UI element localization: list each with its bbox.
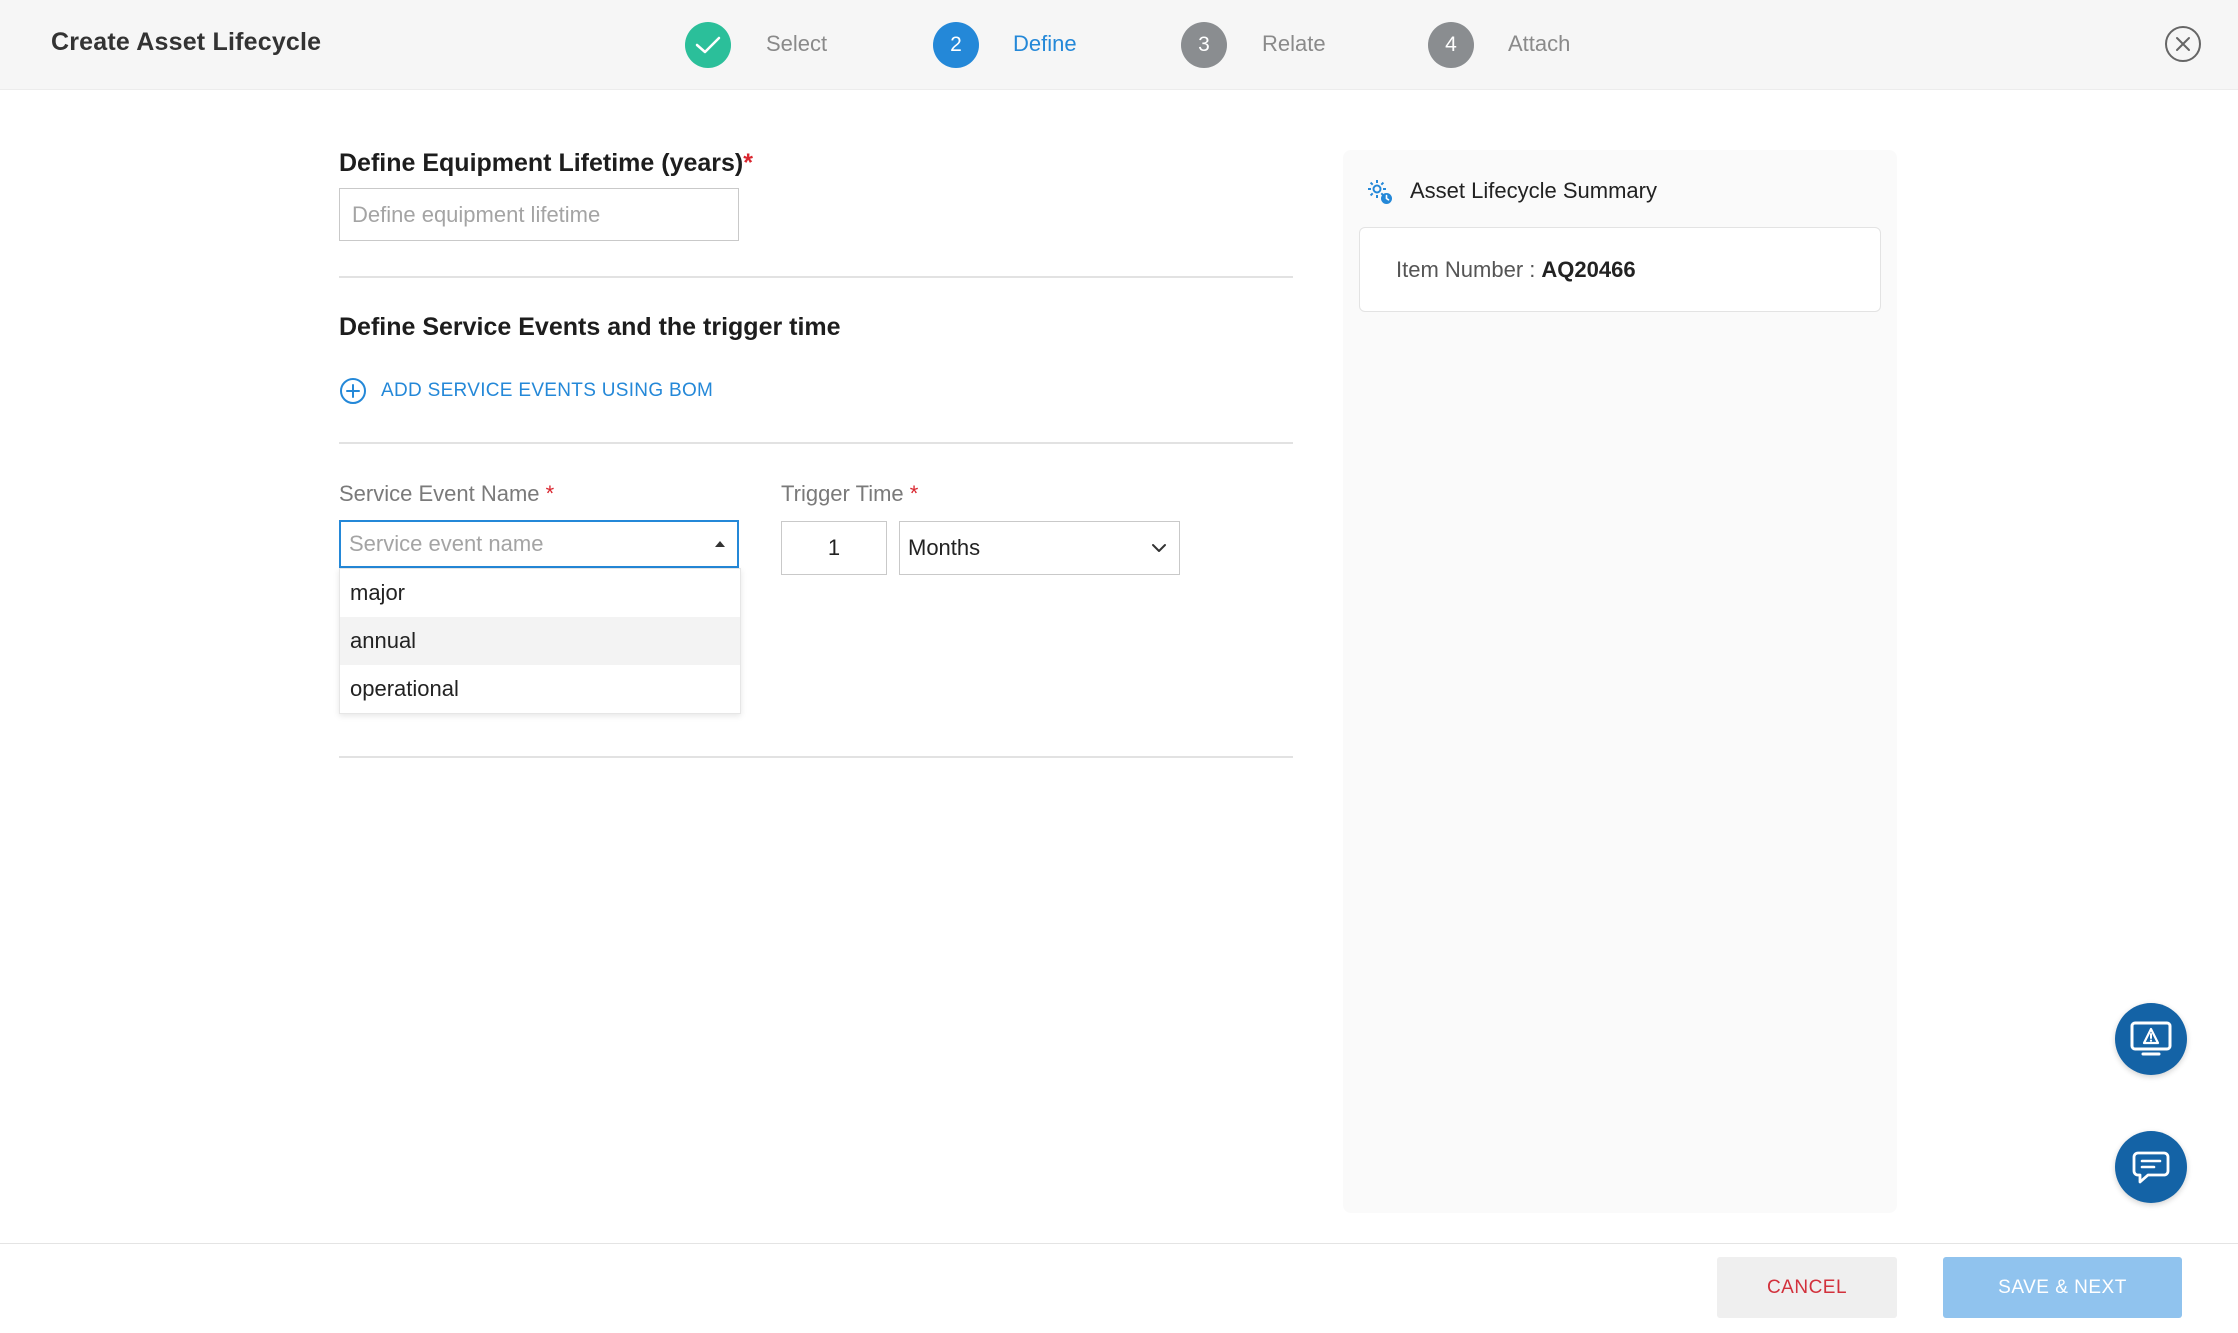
divider: [339, 442, 1293, 444]
lifetime-title-text: Define Equipment Lifetime (years): [339, 149, 744, 177]
monitor-warning-icon: [2130, 1021, 2172, 1056]
add-service-events-label: ADD SERVICE EVENTS USING BOM: [381, 380, 714, 401]
dropdown-option-annual[interactable]: annual: [340, 617, 740, 665]
item-number-value: AQ20466: [1541, 256, 1636, 282]
settings-gear-icon: [1368, 180, 1392, 204]
service-event-name-text: Service Event Name: [339, 481, 540, 506]
service-event-name-label: Service Event Name *: [339, 481, 554, 507]
check-icon: [695, 36, 721, 54]
dropdown-option-major[interactable]: major: [340, 569, 740, 617]
close-button[interactable]: [2165, 26, 2201, 62]
required-mark: *: [545, 481, 555, 506]
trigger-time-unit-select[interactable]: Months: [899, 521, 1180, 575]
step-relate-label[interactable]: Relate: [1262, 31, 1326, 57]
dropdown-option-operational[interactable]: operational: [340, 665, 740, 713]
service-event-name-select[interactable]: Service event name: [339, 520, 739, 568]
service-events-title: Define Service Events and the trigger ti…: [339, 313, 841, 341]
caret-up-icon: [715, 541, 725, 547]
item-number-label: Item Number :: [1396, 256, 1536, 282]
header-bar: Create Asset Lifecycle Select 2 Define 3…: [0, 0, 2238, 90]
save-and-next-button[interactable]: SAVE & NEXT: [1943, 1257, 2182, 1318]
divider: [339, 756, 1293, 758]
add-circle-icon: [340, 378, 366, 404]
divider: [339, 276, 1293, 278]
service-event-name-placeholder: Service event name: [349, 531, 544, 556]
lifetime-section-title: Define Equipment Lifetime (years)*: [339, 149, 753, 178]
summary-title: Asset Lifecycle Summary: [1410, 178, 1657, 203]
step-1-check-icon[interactable]: [685, 22, 731, 68]
step-3-indicator[interactable]: 3: [1181, 22, 1227, 68]
trigger-time-text: Trigger Time: [781, 481, 904, 506]
trigger-unit-value: Months: [908, 535, 981, 560]
chat-support-button[interactable]: [2115, 1131, 2187, 1203]
cancel-button[interactable]: CANCEL: [1717, 1257, 1897, 1318]
step-4-indicator[interactable]: 4: [1428, 22, 1474, 68]
close-icon: [2176, 37, 2190, 51]
step-select-label[interactable]: Select: [766, 31, 827, 57]
report-issue-button[interactable]: [2115, 1003, 2187, 1075]
service-event-dropdown: major annual operational: [339, 568, 741, 714]
trigger-time-number-input[interactable]: 1: [781, 521, 887, 575]
chat-bubble-icon: [2132, 1151, 2170, 1184]
item-number-card: Item Number : AQ20466: [1359, 227, 1881, 312]
required-mark: *: [743, 149, 753, 177]
chevron-down-icon: [1152, 544, 1166, 552]
equipment-lifetime-input[interactable]: [339, 188, 739, 241]
trigger-time-label: Trigger Time *: [781, 481, 918, 507]
step-attach-label[interactable]: Attach: [1508, 31, 1570, 57]
required-mark: *: [909, 481, 919, 506]
page-title: Create Asset Lifecycle: [51, 28, 322, 56]
add-service-events-bom-link[interactable]: ADD SERVICE EVENTS USING BOM: [339, 377, 713, 405]
step-2-indicator[interactable]: 2: [933, 22, 979, 68]
footer-bar: [0, 1243, 2238, 1333]
step-define-label[interactable]: Define: [1013, 31, 1077, 57]
